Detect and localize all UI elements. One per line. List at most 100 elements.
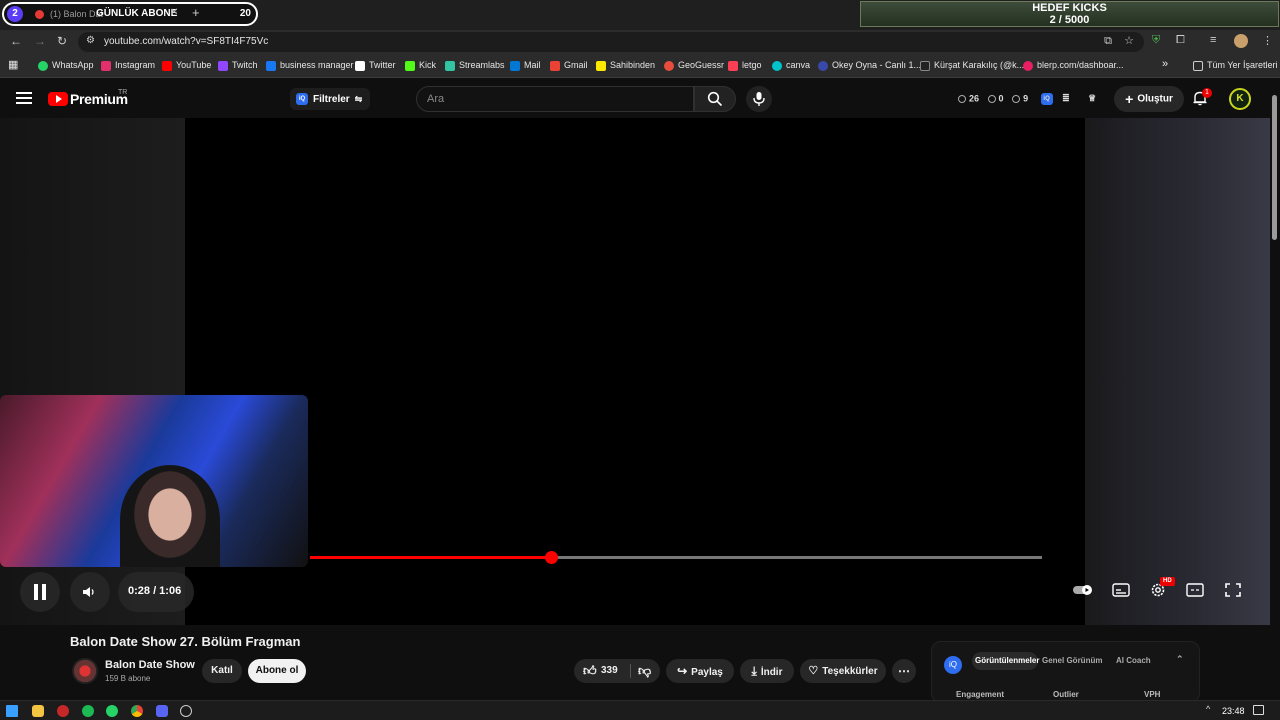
play-pause-button[interactable] — [20, 572, 60, 612]
extension-shield-icon[interactable]: ⛨ — [1152, 34, 1160, 47]
search-button[interactable] — [694, 86, 736, 112]
bookmark-gmail[interactable]: Gmail — [550, 60, 588, 71]
windows-start-icon[interactable] — [6, 705, 18, 717]
bookmark-canva[interactable]: canva — [772, 60, 810, 71]
create-button[interactable]: + Oluştur — [1114, 86, 1184, 112]
youtube-logo-icon[interactable] — [48, 92, 68, 106]
join-button[interactable]: Katıl — [202, 659, 242, 683]
voice-search-button[interactable] — [746, 86, 772, 112]
youtube-icon — [162, 60, 172, 71]
whatsapp-icon[interactable] — [106, 705, 118, 717]
page-scrollbar[interactable] — [1272, 95, 1277, 240]
bookmark-blerp[interactable]: blerp.com/dashboar... — [1023, 60, 1124, 71]
tab-overview[interactable]: Genel Görünüm — [1042, 656, 1102, 665]
reload-icon[interactable]: ↻ — [57, 34, 67, 48]
streamer-webcam-overlay — [0, 395, 308, 567]
opera-icon[interactable] — [57, 705, 69, 717]
bookmark-sahibinden[interactable]: Sahibinden — [596, 60, 655, 71]
theater-mode-icon[interactable] — [1186, 582, 1204, 598]
microphone-icon — [753, 92, 765, 106]
filters-button[interactable]: iQ Filtreler ⇋ — [290, 88, 371, 110]
search-placeholder: Ara — [427, 93, 445, 105]
trophy-icon[interactable]: ♕ — [1088, 93, 1096, 103]
url-field[interactable]: ⚙ youtube.com/watch?v=SF8TI4F75Vc ⧉ ☆ — [78, 32, 1144, 52]
vidiq-icon[interactable]: iQ — [1040, 93, 1053, 105]
channel-avatar[interactable] — [72, 658, 98, 684]
hd-badge: HD — [1160, 577, 1175, 586]
bookmark-twitter[interactable]: Twitter — [355, 60, 396, 71]
subscriber-count: 159 B abone — [105, 674, 151, 683]
bookmark-geoguessr[interactable]: GeoGuessr — [664, 60, 724, 71]
fullscreen-icon[interactable] — [1224, 582, 1242, 598]
more-actions-icon[interactable]: ⋯ — [892, 659, 916, 683]
bookmark-tiktok[interactable]: Kürşat Karakılıç (@k... — [920, 60, 1024, 71]
bookmark-streamlabs[interactable]: Streamlabs — [445, 60, 505, 71]
bookmark-youtube[interactable]: YouTube — [162, 60, 211, 71]
new-tab-icon[interactable]: + — [192, 5, 200, 20]
streamlabs-icon — [445, 60, 455, 71]
back-icon[interactable]: ← — [10, 34, 22, 48]
search-input[interactable]: Ara — [416, 86, 694, 112]
mute-button[interactable] — [70, 572, 110, 612]
browser-menu-icon[interactable]: ⋮ — [1262, 34, 1273, 47]
discord-icon[interactable] — [156, 705, 168, 717]
spotify-icon[interactable] — [82, 705, 94, 717]
sliders-icon: ⇋ — [354, 94, 363, 104]
all-bookmarks[interactable]: Tüm Yer İşaretleri — [1193, 60, 1278, 71]
bookmark-kick[interactable]: Kick — [405, 60, 436, 71]
divider — [630, 664, 631, 678]
bookmark-letgo[interactable]: letgo — [728, 60, 762, 71]
mail-icon — [510, 60, 520, 71]
tray-chevron-icon[interactable]: ^ — [1206, 704, 1210, 714]
streamer-figure — [120, 465, 220, 567]
notifications-center-icon[interactable] — [1253, 705, 1264, 715]
hamburger-menu-icon[interactable] — [16, 92, 32, 104]
chrome-icon[interactable] — [131, 705, 143, 717]
outlier-header: Outlier — [1053, 690, 1079, 699]
apps-grid-icon[interactable]: ▦ — [8, 58, 18, 71]
vidiq-insights-panel: iQ Görüntülenmeler Genel Görünüm AI Coac… — [931, 641, 1200, 703]
site-info-icon[interactable]: ⚙ — [86, 35, 95, 46]
channel-name[interactable]: Balon Date Show — [105, 659, 195, 671]
list-icon[interactable]: ≣ — [1062, 93, 1070, 103]
progress-scrubber-handle[interactable] — [544, 551, 558, 564]
bookmark-instagram[interactable]: Instagram — [101, 60, 155, 71]
install-app-icon[interactable]: ⧉ — [1104, 35, 1112, 48]
close-tab-icon[interactable]: ✕ — [170, 7, 178, 18]
subscribe-button[interactable]: Abone ol — [248, 659, 306, 683]
bookmark-okey[interactable]: Okey Oyna - Canlı 1... — [818, 60, 921, 71]
subtitles-icon[interactable] — [1112, 582, 1130, 598]
forward-icon[interactable]: → — [34, 34, 46, 48]
file-explorer-icon[interactable] — [32, 705, 44, 717]
media-controls-icon[interactable]: ≡ — [1210, 34, 1216, 46]
obs-icon[interactable] — [180, 705, 192, 717]
extensions-icon[interactable]: ⧠ — [1176, 34, 1185, 47]
bookmark-twitch[interactable]: Twitch — [218, 60, 258, 71]
dislike-icon[interactable]: 👎︎ — [638, 659, 651, 683]
profile-avatar[interactable] — [1234, 34, 1248, 48]
bookmark-mail[interactable]: Mail — [510, 60, 541, 71]
autoplay-toggle-icon[interactable] — [1073, 582, 1095, 598]
bookmark-business-manager[interactable]: business manager — [266, 60, 354, 71]
thanks-button[interactable]: ♡ Teşekkürler — [800, 659, 886, 683]
super-thanks-icon: ♡ — [808, 665, 819, 677]
clock-time: 23:48 — [1222, 706, 1245, 716]
video-player[interactable]: 0:28 / 1:06 HD — [0, 118, 1270, 625]
tab-group-count[interactable]: 2 — [7, 6, 23, 22]
pause-icon — [34, 584, 38, 600]
collapse-chevron-icon[interactable]: ⌃ — [1176, 654, 1184, 665]
like-count[interactable]: 339 — [601, 659, 618, 683]
stat-1: 26 — [969, 93, 980, 104]
progress-bar[interactable] — [310, 551, 1042, 564]
account-avatar[interactable]: K — [1229, 88, 1251, 110]
create-label: Oluştur — [1137, 93, 1173, 105]
browser-tab[interactable]: 2 (1) Balon Dat GÜNLÜK ABONE ✕ + 20 — [2, 2, 258, 26]
tab-ai-coach[interactable]: AI Coach — [1116, 656, 1151, 665]
download-button[interactable]: ⤓ İndir — [740, 659, 794, 683]
bookmark-whatsapp[interactable]: WhatsApp — [38, 60, 94, 71]
more-bookmarks-icon[interactable]: » — [1162, 58, 1168, 70]
like-icon[interactable]: 👍︎ — [583, 659, 597, 683]
tab-views[interactable]: Görüntülenmeler — [975, 656, 1039, 665]
share-button[interactable]: ↪ Paylaş — [666, 659, 734, 683]
bookmark-star-icon[interactable]: ☆ — [1124, 34, 1134, 47]
